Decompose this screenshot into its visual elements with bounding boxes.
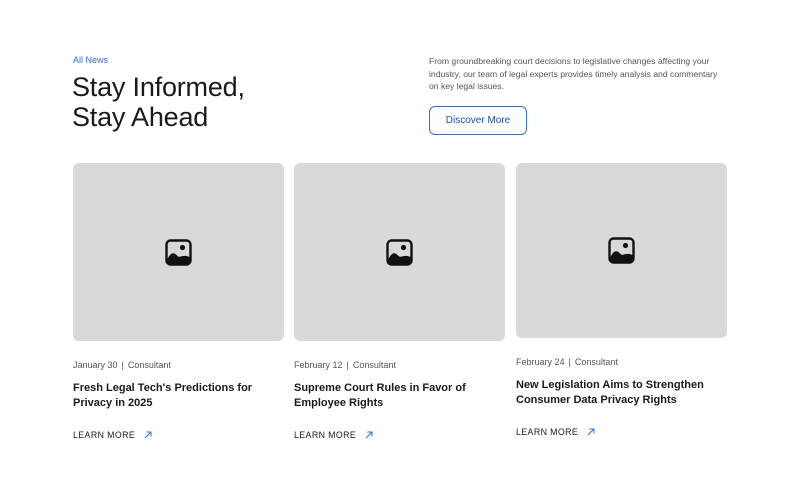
card-meta: February 24 | Consultant [516, 357, 727, 367]
arrow-up-right-icon [587, 428, 595, 436]
learn-more-label: LEARN MORE [516, 427, 579, 437]
meta-separator: | [568, 357, 571, 367]
meta-separator: | [346, 360, 349, 370]
news-card-list: January 30 | Consultant Fresh Legal Tech's… [73, 163, 727, 453]
learn-more-label: LEARN MORE [294, 430, 357, 440]
card-date: February 24 [516, 357, 565, 367]
learn-more-link[interactable]: LEARN MORE [73, 430, 153, 440]
card-category: Consultant [352, 360, 396, 370]
news-card[interactable]: February 12 | Consultant Supreme Court Rul… [294, 163, 505, 443]
intro-text: From groundbreaking court decisions to l… [429, 56, 718, 91]
image-placeholder-icon [165, 238, 192, 266]
news-card[interactable]: January 30 | Consultant Fresh Legal Tech's… [73, 163, 284, 443]
news-card[interactable]: February 24 | Consultant New Legislation A… [516, 163, 727, 440]
card-date: February 12 [294, 360, 343, 370]
card-title[interactable]: Supreme Court Rules in Favor of Employee… [294, 381, 505, 410]
meta-separator: | [121, 360, 124, 370]
image-placeholder-icon [386, 238, 413, 266]
page-title-line-1: Stay Informed, [72, 72, 245, 102]
all-news-link[interactable]: All News [73, 55, 108, 65]
card-title[interactable]: New Legislation Aims to Strengthen Consu… [516, 378, 727, 407]
card-category: Consultant [127, 360, 171, 370]
page-title: Stay Informed, Stay Ahead [72, 72, 245, 132]
news-section: All News Stay Informed, Stay Ahead From … [0, 0, 800, 494]
page-title-line-2: Stay Ahead [72, 102, 209, 132]
card-title[interactable]: Fresh Legal Tech's Predictions for Priva… [73, 381, 284, 410]
learn-more-link[interactable]: LEARN MORE [294, 430, 374, 440]
card-image-placeholder[interactable] [73, 163, 284, 341]
card-meta: February 12 | Consultant [294, 360, 505, 370]
arrow-up-right-icon [365, 431, 373, 439]
arrow-up-right-icon [144, 431, 152, 439]
card-category: Consultant [574, 357, 618, 367]
image-placeholder-icon [608, 237, 635, 264]
card-meta: January 30 | Consultant [73, 360, 284, 370]
card-image-placeholder[interactable] [516, 163, 727, 338]
card-date: January 30 [73, 360, 118, 370]
card-image-placeholder[interactable] [294, 163, 505, 341]
learn-more-link[interactable]: LEARN MORE [516, 427, 596, 437]
discover-more-button[interactable]: Discover More [429, 106, 527, 135]
learn-more-label: LEARN MORE [73, 430, 136, 440]
